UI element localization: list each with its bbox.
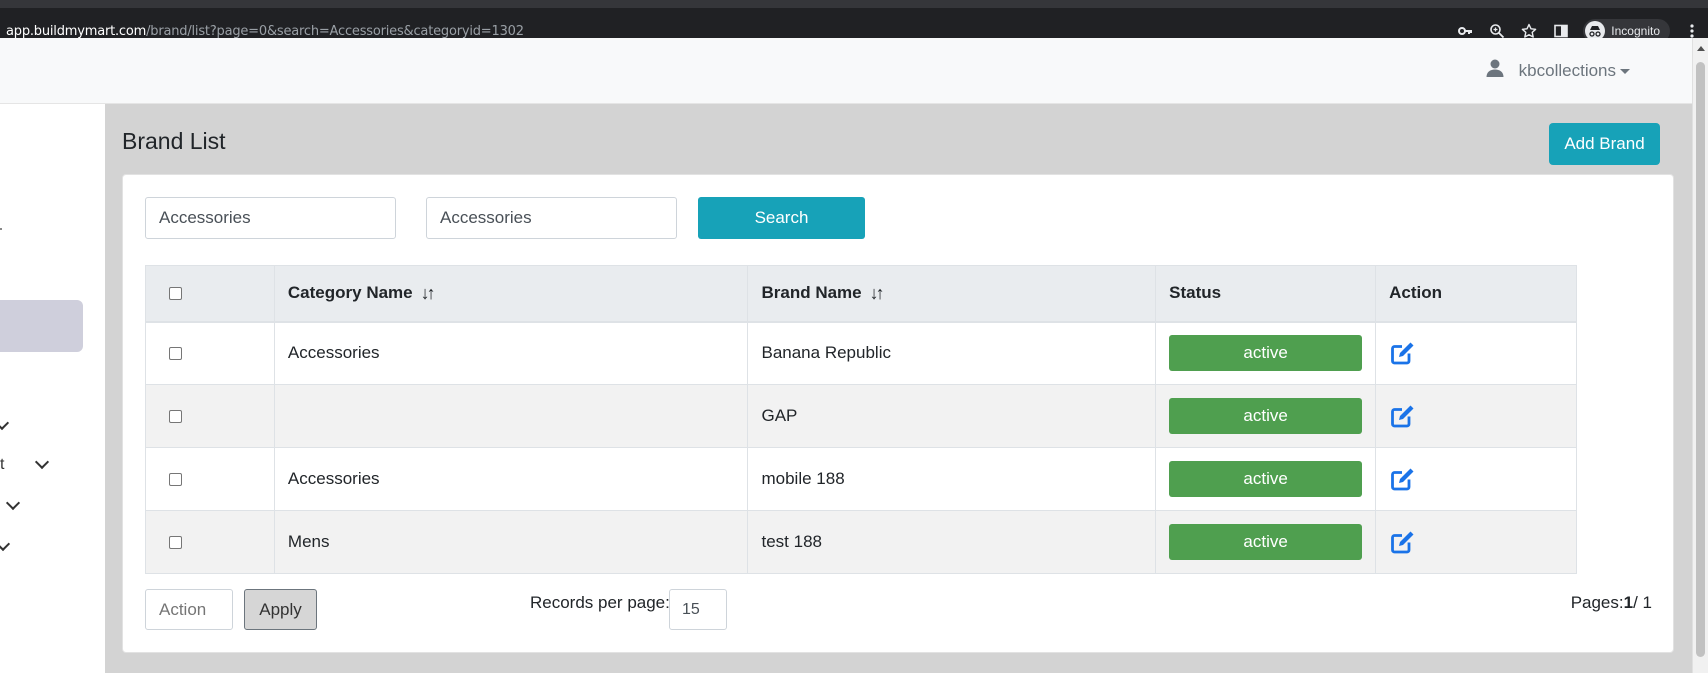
brand-cell: Banana Republic [747,321,1157,385]
status-badge[interactable]: active [1169,461,1363,497]
brand-cell: mobile 188 [747,447,1157,511]
pagination-info: Pages:1/ 1 [1571,593,1652,613]
row-checkbox[interactable] [169,347,182,361]
app-header: kbcollections [0,38,1692,104]
sort-icon[interactable]: ↓↑ [870,283,885,304]
edit-icon[interactable] [1389,402,1417,430]
edit-icon[interactable] [1389,339,1417,367]
search-button[interactable]: Search [698,197,865,239]
records-per-page-label: Records per page: [530,593,670,612]
column-header-action: Action [1375,265,1577,323]
brand-cell: test 188 [747,510,1157,574]
sidebar: t [0,104,105,673]
table-row: Mens test 188 active [145,510,1577,574]
brand-table: Category Name ↓↑ Brand Name ↓↑ Status Acti… [145,265,1577,574]
table-header-row: Category Name ↓↑ Brand Name ↓↑ Status Acti… [145,265,1577,323]
brand-search-input[interactable] [426,197,677,239]
row-checkbox[interactable] [169,410,182,424]
url-host: app.buildmymart.com [6,23,147,39]
select-all-header [145,265,275,323]
incognito-label: Incognito [1611,24,1660,38]
bulk-action-input[interactable] [145,589,233,630]
chevron-down-icon[interactable] [0,536,11,552]
sidebar-item-label: t [0,456,5,473]
apply-button[interactable]: Apply [244,589,317,630]
row-checkbox[interactable] [169,473,182,487]
category-cell: Accessories [273,321,749,385]
sidebar-item-active[interactable] [0,300,83,352]
scroll-up-arrow-icon[interactable] [1697,46,1705,51]
caret-down-icon [1620,68,1630,74]
chevron-down-icon[interactable] [0,415,10,431]
category-cell [273,384,749,448]
current-page: 1 [1623,593,1634,612]
sidebar-marker [0,228,2,230]
status-badge[interactable]: active [1169,524,1363,560]
user-icon [1485,58,1505,83]
column-header-category[interactable]: Category Name ↓↑ [273,265,749,323]
chevron-down-icon[interactable] [34,454,50,470]
page-scrollbar[interactable] [1692,38,1708,673]
edit-icon[interactable] [1389,465,1417,493]
chevron-down-icon[interactable] [5,495,21,511]
select-all-checkbox[interactable] [169,287,182,301]
pages-label: Pages: [1570,593,1624,612]
url-path: /brand/list?page=0&search=Accessories&ca… [146,23,524,39]
row-checkbox[interactable] [169,536,182,550]
status-badge[interactable]: active [1169,398,1363,434]
username: kbcollections [1518,60,1616,80]
category-search-input[interactable] [145,197,396,239]
table-row: Accessories Banana Republic active [145,321,1577,385]
scrollbar-thumb[interactable] [1696,62,1705,657]
records-per-page-input[interactable] [669,589,727,630]
page-title: Brand List [122,128,226,154]
table-row: Accessories mobile 188 active [145,447,1577,511]
user-menu[interactable]: kbcollections [1485,58,1630,83]
category-cell: Accessories [273,447,749,511]
category-cell: Mens [273,510,749,574]
total-pages: / 1 [1633,593,1652,612]
edit-icon[interactable] [1389,528,1417,556]
column-header-status: Status [1155,265,1377,323]
sort-icon[interactable]: ↓↑ [421,283,436,304]
browser-toolbar: app.buildmymart.com/brand/list?page=0&se… [0,8,1708,43]
table-row: GAP active [145,384,1577,448]
brand-cell: GAP [747,384,1157,448]
browser-tabstrip [0,0,1708,8]
add-brand-button[interactable]: Add Brand [1549,123,1660,165]
status-badge[interactable]: active [1169,335,1363,372]
column-header-brand[interactable]: Brand Name ↓↑ [747,265,1157,323]
